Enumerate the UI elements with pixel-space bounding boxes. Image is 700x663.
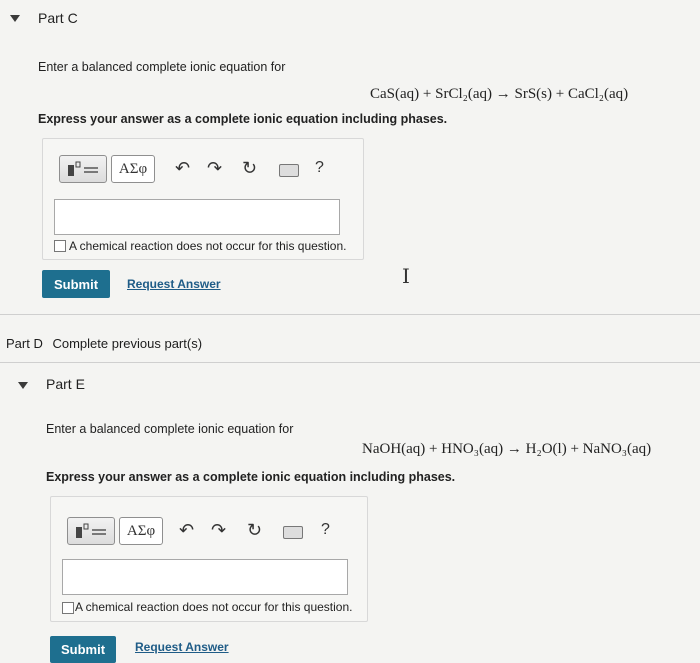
part-d-title: Part D <box>6 336 43 351</box>
part-c-answer-input[interactable] <box>54 199 340 235</box>
collapse-caret-icon[interactable] <box>18 382 28 389</box>
keyboard-icon[interactable] <box>279 164 299 177</box>
reset-icon[interactable]: ↻ <box>247 521 262 539</box>
part-e-title: Part E <box>46 376 85 392</box>
undo-icon[interactable]: ↶ <box>175 159 190 177</box>
part-e-answer-input[interactable] <box>62 559 348 595</box>
part-c-instruction: Express your answer as a complete ionic … <box>38 112 448 126</box>
help-icon[interactable]: ? <box>321 521 330 539</box>
no-reaction-checkbox[interactable] <box>62 602 74 614</box>
templates-icon <box>76 523 106 538</box>
text-cursor-icon: I <box>402 264 410 288</box>
section-divider <box>0 314 700 315</box>
redo-icon[interactable]: ↷ <box>211 521 226 539</box>
part-c-answer-editor: ΑΣφ ↶ ↷ ↻ ? A chemical reaction does not… <box>42 138 364 260</box>
greek-symbols-label: ΑΣφ <box>126 522 156 539</box>
greek-symbols-button[interactable]: ΑΣφ <box>111 155 155 183</box>
part-c-request-answer-link[interactable]: Request Answer <box>127 277 221 291</box>
no-reaction-label: A chemical reaction does not occur for t… <box>69 239 347 253</box>
part-e-prompt: Enter a balanced complete ionic equation… <box>46 422 294 436</box>
keyboard-icon[interactable] <box>283 526 303 539</box>
part-c-title: Part C <box>38 10 78 26</box>
greek-symbols-button[interactable]: ΑΣφ <box>119 517 163 545</box>
part-e-answer-editor: ΑΣφ ↶ ↷ ↻ ? A chemical reaction does not… <box>50 496 368 622</box>
section-divider <box>0 362 700 363</box>
undo-icon[interactable]: ↶ <box>179 521 194 539</box>
part-d-header: Part D Complete previous part(s) <box>6 336 202 351</box>
help-icon[interactable]: ? <box>315 159 324 177</box>
templates-icon <box>68 161 98 176</box>
greek-symbols-label: ΑΣφ <box>118 160 148 177</box>
templates-button[interactable] <box>59 155 107 183</box>
redo-icon[interactable]: ↷ <box>207 159 222 177</box>
part-e-request-answer-link[interactable]: Request Answer <box>135 640 229 654</box>
part-c-equation: CaS(aq) + SrCl₂(aq) → SrS(s) + CaCl₂(aq) <box>370 86 629 102</box>
templates-button[interactable] <box>67 517 115 545</box>
part-e-instruction: Express your answer as a complete ionic … <box>46 470 456 484</box>
no-reaction-checkbox[interactable] <box>54 240 66 252</box>
part-c-submit-button[interactable]: Submit <box>42 270 110 298</box>
part-e-submit-button[interactable]: Submit <box>50 636 116 663</box>
part-e-equation: NaOH(aq) + HNO₃(aq) → H₂O(l) + NaNO₃(aq) <box>362 441 652 457</box>
reset-icon[interactable]: ↻ <box>242 159 257 177</box>
part-c-prompt: Enter a balanced complete ionic equation… <box>38 60 286 74</box>
part-d-status: Complete previous part(s) <box>52 336 203 351</box>
no-reaction-label: A chemical reaction does not occur for t… <box>75 600 353 614</box>
collapse-caret-icon[interactable] <box>10 15 20 22</box>
